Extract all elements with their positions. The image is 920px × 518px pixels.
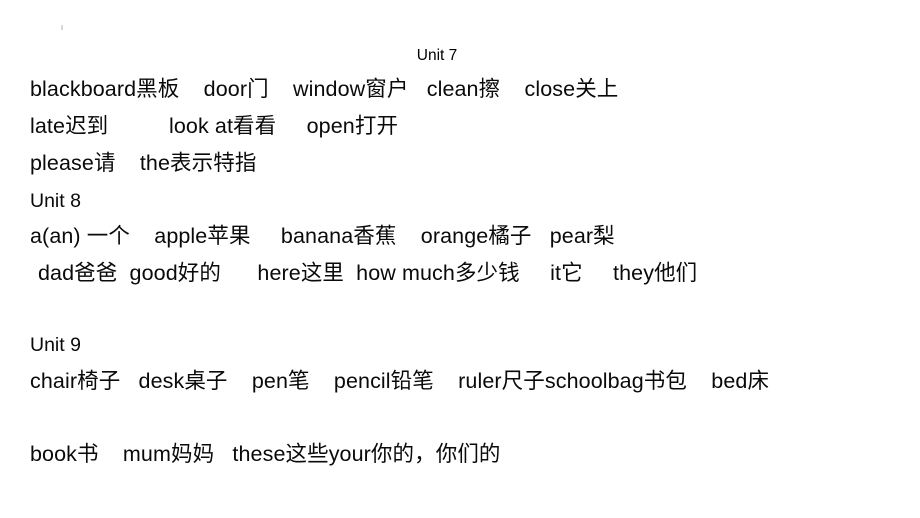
unit-8-vocab-line-2: dad爸爸 good好的 here这里 how much多少钱 it它 they… bbox=[38, 261, 698, 285]
unit-9-vocab-line-1: chair椅子 desk桌子 pen笔 pencil铅笔 ruler尺子scho… bbox=[30, 369, 770, 393]
unit-7-vocab-line-1: blackboard黑板 door门 window窗户 clean擦 close… bbox=[30, 77, 619, 101]
stray-mark-artifact bbox=[61, 25, 63, 30]
slide-canvas: Unit 7 blackboard黑板 door门 window窗户 clean… bbox=[0, 0, 920, 518]
unit-9-vocab-line-2: book书 mum妈妈 these这些your你的，你们的 bbox=[30, 442, 501, 466]
unit-9-heading: Unit 9 bbox=[30, 334, 81, 356]
unit-7-heading: Unit 7 bbox=[416, 47, 458, 64]
unit-8-vocab-line-1: a(an) 一个 apple苹果 banana香蕉 orange橘子 pear梨 bbox=[30, 224, 615, 248]
unit-8-heading: Unit 8 bbox=[30, 190, 81, 212]
unit-7-vocab-line-2: late迟到 look at看看 open打开 bbox=[30, 114, 399, 138]
unit-7-vocab-line-3: please请 the表示特指 bbox=[30, 151, 257, 175]
